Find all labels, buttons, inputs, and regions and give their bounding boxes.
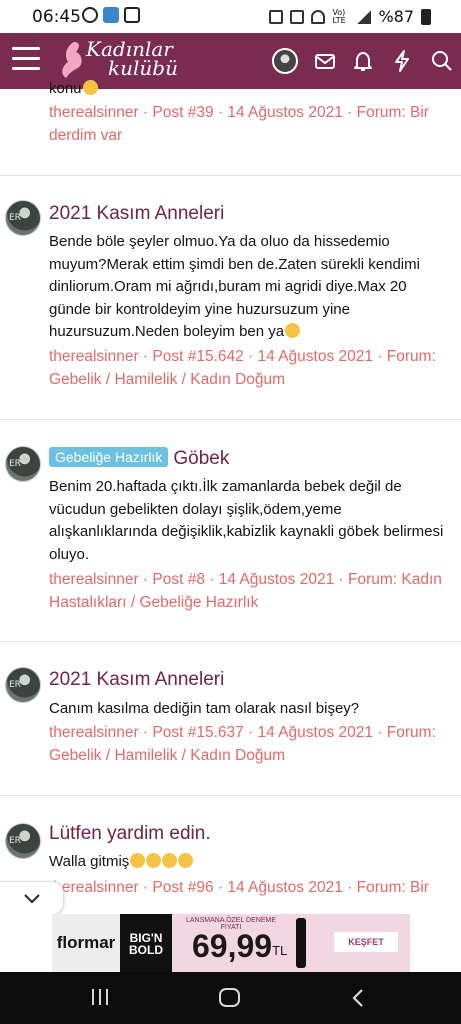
mascara-image <box>296 918 306 968</box>
result-meta[interactable]: therealsinner · Post #8 · 14 Ağustos 202… <box>49 569 454 614</box>
cloud-icon <box>103 7 119 23</box>
logo-figure-icon <box>62 42 82 78</box>
result-snippet: Bende böle şeyler olmuo.Ya da oluo da hi… <box>49 233 420 340</box>
logo-text-line2: kulübü <box>108 56 178 80</box>
emoji-icon <box>285 323 301 338</box>
avatar[interactable]: ER <box>5 446 41 482</box>
avatar[interactable]: ER <box>5 667 41 703</box>
result-snippet: Walla gitmiş <box>49 851 451 874</box>
meta-line: therealsinner · Post #8 · 14 Ağustos 202… <box>49 571 442 588</box>
result-meta[interactable]: therealsinner · Post #15.637 · 14 Ağusto… <box>49 722 454 767</box>
meta-line: therealsinner · Post #96 · 14 Ağustos 20… <box>49 879 429 896</box>
ad-cta-button[interactable]: KEŞFET <box>334 932 398 952</box>
result-title[interactable]: Gebeliğe Hazırlık Göbek <box>49 447 229 470</box>
emoji-icon <box>130 853 146 868</box>
emoji-icon <box>82 80 98 95</box>
emoji-icon <box>146 853 162 868</box>
avatar[interactable] <box>272 48 298 74</box>
wifi-icon <box>311 9 326 24</box>
signal-icon <box>357 9 372 24</box>
mail-icon[interactable] <box>312 48 338 74</box>
result-item[interactable]: ER Lütfen yardim edin. Walla gitmiş ther… <box>0 796 461 916</box>
result-title[interactable]: 2021 Kasım Anneleri <box>49 203 224 225</box>
meta-line: therealsinner · Post #15.642 · 14 Ağusto… <box>49 348 436 365</box>
avatar[interactable]: ER <box>5 823 41 859</box>
ad-brand: flormar <box>52 914 120 972</box>
battery-text: %87 <box>378 7 414 26</box>
recents-icon[interactable] <box>92 989 108 1005</box>
meta-line: Gebelik / Hamilelik / Kadın Doğum <box>49 746 286 764</box>
meta-line: Gebelik / Hamilelik / Kadın Doğum <box>49 370 286 388</box>
meta-line: therealsinner · Post #39 · 14 Ağustos 20… <box>49 104 429 121</box>
system-nav-bar <box>0 972 461 1024</box>
back-icon[interactable] <box>351 988 365 1013</box>
result-item[interactable]: ER 2021 Kasım Anneleri Canım kasılma ded… <box>0 642 461 796</box>
ad-creative[interactable]: flormar BIG'N BOLD LANSMANA ÖZEL DENEME … <box>52 914 410 972</box>
menu-icon[interactable] <box>12 47 40 73</box>
ad-price-value: 69,99 <box>192 928 273 964</box>
chevron-down-icon <box>24 894 40 904</box>
lightning-icon[interactable] <box>389 48 415 74</box>
result-meta[interactable]: therealsinner · Post #15.642 · 14 Ağusto… <box>49 346 454 391</box>
ad-product: BIG'N BOLD <box>120 914 172 972</box>
avatar-initials: ER <box>9 459 21 469</box>
ad-price: 69,99TL <box>192 928 287 965</box>
result-item[interactable]: konu therealsinner · Post #39 · 14 Ağust… <box>0 80 461 176</box>
notification-icons <box>82 7 140 23</box>
meta-line: derdim var <box>49 126 123 144</box>
status-time: 06:45 <box>32 7 81 27</box>
ad-banner[interactable]: flormar BIG'N BOLD LANSMANA ÖZEL DENEME … <box>0 914 461 972</box>
result-item[interactable]: ER 2021 Kasım Anneleri Bende böle şeyler… <box>0 176 461 420</box>
home-icon[interactable] <box>219 988 240 1007</box>
collapse-button[interactable] <box>0 881 64 915</box>
meta-line: Hastalıkları / Gebeliğe Hazırlık <box>49 593 259 611</box>
sync-icon <box>82 7 98 23</box>
result-title[interactable]: 2021 Kasım Anneleri <box>49 669 224 691</box>
system-icons: Vo) LTE %87 <box>269 7 431 26</box>
network-label: Vo) LTE <box>332 7 346 25</box>
result-item[interactable]: ER Gebeliğe Hazırlık Göbek Benim 20.hafta… <box>0 420 461 642</box>
result-meta[interactable]: therealsinner · Post #39 · 14 Ağustos 20… <box>49 102 454 147</box>
bell-icon[interactable] <box>350 48 376 74</box>
result-snippet: Benim 20.haftada çıktı.İlk zamanlarda be… <box>49 478 444 563</box>
result-snippet: Canım kasılma dediğin tam olarak nasıl b… <box>49 700 360 717</box>
meta-line: therealsinner · Post #15.637 · 14 Ağusto… <box>49 724 436 741</box>
prefix-badge[interactable]: Gebeliğe Hazırlık <box>49 447 169 467</box>
search-icon[interactable] <box>429 48 455 74</box>
image-icon <box>124 7 140 23</box>
result-meta[interactable]: therealsinner · Post #96 · 14 Ağustos 20… <box>49 877 454 900</box>
status-bar: 06:45 Vo) LTE %87 <box>0 0 461 33</box>
result-snippet: konu <box>49 78 451 101</box>
avatar-initials: ER <box>9 836 21 846</box>
avatar[interactable]: ER <box>5 200 41 236</box>
emoji-icon <box>178 853 194 868</box>
result-title-text: Göbek <box>173 448 230 469</box>
ad-currency: TL <box>272 943 288 958</box>
result-title[interactable]: Lütfen yardim edin. <box>49 823 211 845</box>
avatar-initials: ER <box>9 213 21 223</box>
battery-icon <box>421 8 431 25</box>
mute-icon <box>290 9 305 24</box>
avatar-initials: ER <box>9 680 21 690</box>
alarm-icon <box>269 9 284 24</box>
emoji-icon <box>162 853 178 868</box>
